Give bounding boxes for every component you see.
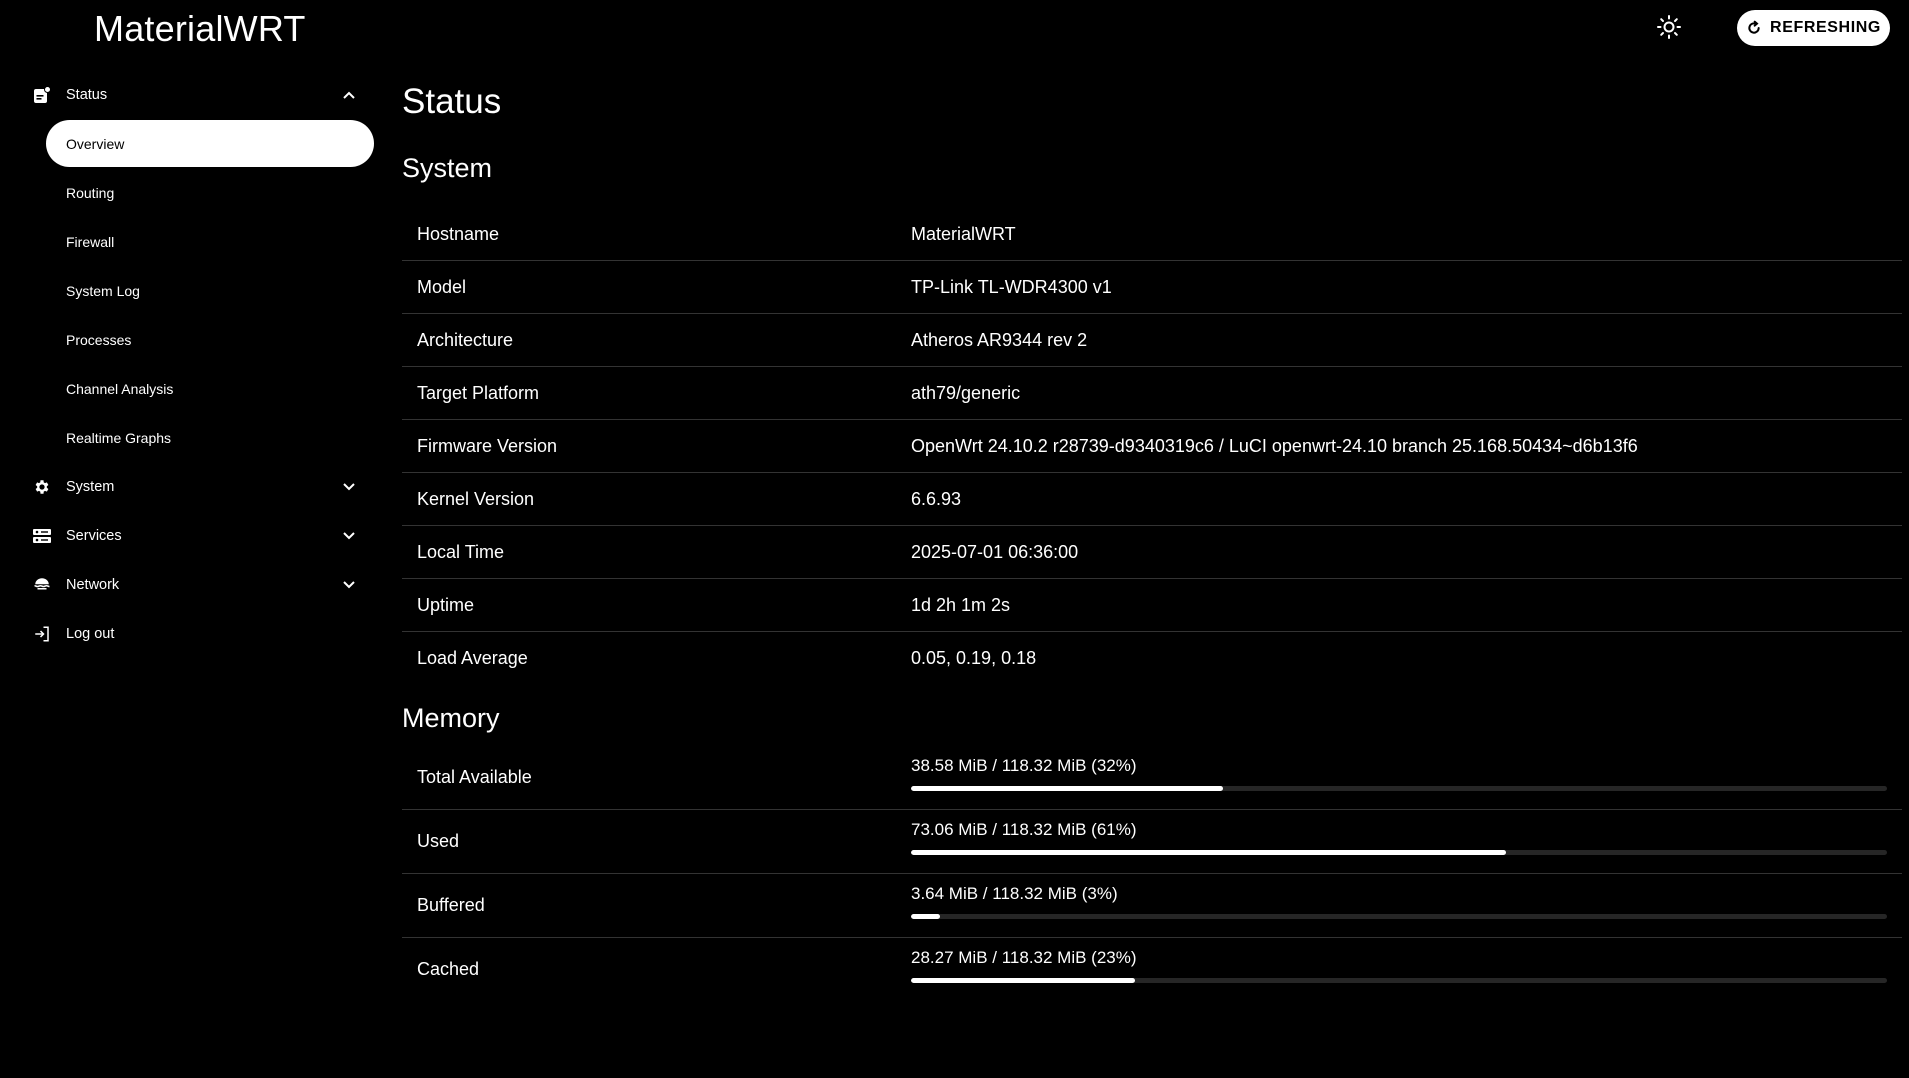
sidebar-item-label: System Log	[66, 282, 140, 299]
sidebar-item-routing[interactable]: Routing	[0, 168, 380, 217]
row-key: Uptime	[417, 594, 475, 615]
table-row: Buffered 3.64 MiB / 118.32 MiB (3%)	[402, 874, 1902, 938]
row-value: Atheros AR9344 rev 2	[911, 329, 1088, 350]
row-value: 6.6.93	[911, 488, 962, 509]
row-value: ath79/generic	[911, 382, 1021, 403]
table-row: Uptime 1d 2h 1m 2s	[402, 579, 1902, 632]
sidebar-item-firewall[interactable]: Firewall	[0, 217, 380, 266]
table-row: Hostname MaterialWRT	[402, 208, 1902, 261]
sidebar-item-label: Overview	[66, 135, 125, 152]
table-row: Load Average 0.05, 0.19, 0.18	[402, 632, 1902, 685]
row-key: Hostname	[417, 223, 500, 244]
network-icon	[33, 576, 51, 594]
sidebar-item-channel-analysis[interactable]: Channel Analysis	[0, 364, 380, 413]
sidebar: Status Overview Routing Firewall System …	[0, 70, 380, 658]
section-title-memory: Memory	[402, 703, 500, 733]
sun-icon	[1657, 14, 1681, 44]
row-key: Total Available	[417, 767, 532, 787]
sidebar-group-system[interactable]: System	[0, 462, 380, 511]
sidebar-item-label: Firewall	[66, 233, 115, 250]
progress-fill	[911, 850, 1507, 855]
sidebar-group-label: Network	[66, 576, 120, 593]
row-value: 0.05, 0.19, 0.18	[911, 648, 1037, 668]
main-content: Status System Hostname MaterialWRT Model…	[402, 70, 1902, 1002]
progress-fill	[911, 786, 1224, 791]
table-row: Cached 28.27 MiB / 118.32 MiB (23%)	[402, 938, 1902, 1002]
page-title: Status	[402, 82, 502, 121]
row-value: 38.58 MiB / 118.32 MiB (32%)	[911, 756, 1137, 775]
refresh-button[interactable]: REFRESHING	[1737, 10, 1890, 46]
sidebar-item-label: Realtime Graphs	[66, 429, 172, 446]
chevron-down-icon[interactable]	[342, 480, 356, 494]
refresh-label: REFRESHING	[1770, 19, 1881, 36]
row-value: MaterialWRT	[911, 223, 1016, 244]
app-title: MaterialWRT	[94, 8, 306, 49]
system-info-table: Hostname MaterialWRT Model TP-Link TL-WD…	[402, 208, 1902, 685]
section-title-system: System	[402, 153, 493, 183]
chevron-up-icon[interactable]	[342, 88, 356, 102]
table-row: Total Available 38.58 MiB / 118.32 MiB (…	[402, 746, 1902, 810]
row-key: Used	[417, 831, 460, 851]
row-value: 3.64 MiB / 118.32 MiB (3%)	[911, 884, 1118, 903]
sidebar-item-label: Log out	[66, 625, 115, 642]
row-key: Target Platform	[417, 382, 540, 403]
row-value: 73.06 MiB / 118.32 MiB (61%)	[911, 820, 1137, 839]
sidebar-item-processes[interactable]: Processes	[0, 315, 380, 364]
sidebar-group-services[interactable]: Services	[0, 511, 380, 560]
table-row: Used 73.06 MiB / 118.32 MiB (61%)	[402, 810, 1902, 874]
sidebar-group-network[interactable]: Network	[0, 560, 380, 609]
sidebar-item-system-log[interactable]: System Log	[0, 266, 380, 315]
table-row: Target Platform ath79/generic	[402, 367, 1902, 420]
row-value: 2025-07-01 06:36:00	[911, 541, 1079, 562]
row-key: Cached	[417, 959, 480, 979]
sidebar-group-label: Services	[66, 527, 122, 544]
row-key: Local Time	[417, 541, 505, 562]
sidebar-item-logout[interactable]: Log out	[0, 609, 380, 658]
progress-bar	[911, 914, 1887, 919]
row-value: 28.27 MiB / 118.32 MiB (23%)	[911, 948, 1137, 967]
progress-bar	[911, 978, 1887, 983]
progress-bar	[911, 850, 1887, 855]
sidebar-item-label: Processes	[66, 331, 132, 348]
progress-bar	[911, 786, 1887, 791]
theme-toggle-button[interactable]	[1652, 12, 1686, 46]
memory-table: Total Available 38.58 MiB / 118.32 MiB (…	[402, 746, 1902, 1002]
table-row: Kernel Version 6.6.93	[402, 473, 1902, 526]
row-key: Firmware Version	[417, 435, 558, 456]
row-key: Kernel Version	[417, 488, 535, 509]
sidebar-group-status[interactable]: Status	[0, 70, 380, 119]
sidebar-group-label: Status	[66, 86, 108, 103]
sidebar-item-realtime-graphs[interactable]: Realtime Graphs	[0, 413, 380, 462]
progress-fill	[911, 978, 1136, 983]
row-key: Architecture	[417, 329, 514, 350]
chevron-down-icon[interactable]	[342, 529, 356, 543]
status-icon	[33, 85, 51, 104]
chevron-down-icon[interactable]	[342, 578, 356, 592]
table-row: Local Time 2025-07-01 06:36:00	[402, 526, 1902, 579]
sidebar-group-label: System	[66, 478, 115, 495]
sidebar-item-overview[interactable]: Overview	[0, 119, 380, 168]
row-key: Buffered	[417, 895, 485, 915]
progress-fill	[911, 914, 941, 919]
row-key: Model	[417, 276, 467, 297]
row-value: OpenWrt 24.10.2 r28739-d9340319c6 / LuCI…	[911, 435, 1638, 456]
row-value: 1d 2h 1m 2s	[911, 594, 1011, 615]
services-icon	[33, 527, 51, 545]
table-row: Architecture Atheros AR9344 rev 2	[402, 314, 1902, 367]
logout-icon	[33, 625, 51, 643]
row-value: TP-Link TL-WDR4300 v1	[911, 276, 1112, 297]
row-key: Load Average	[417, 648, 528, 668]
gear-icon	[33, 478, 51, 496]
refresh-icon	[1746, 20, 1762, 36]
table-row: Firmware Version OpenWrt 24.10.2 r28739-…	[402, 420, 1902, 473]
sidebar-item-label: Routing	[66, 184, 115, 201]
sidebar-item-label: Channel Analysis	[66, 380, 174, 397]
table-row: Model TP-Link TL-WDR4300 v1	[402, 261, 1902, 314]
